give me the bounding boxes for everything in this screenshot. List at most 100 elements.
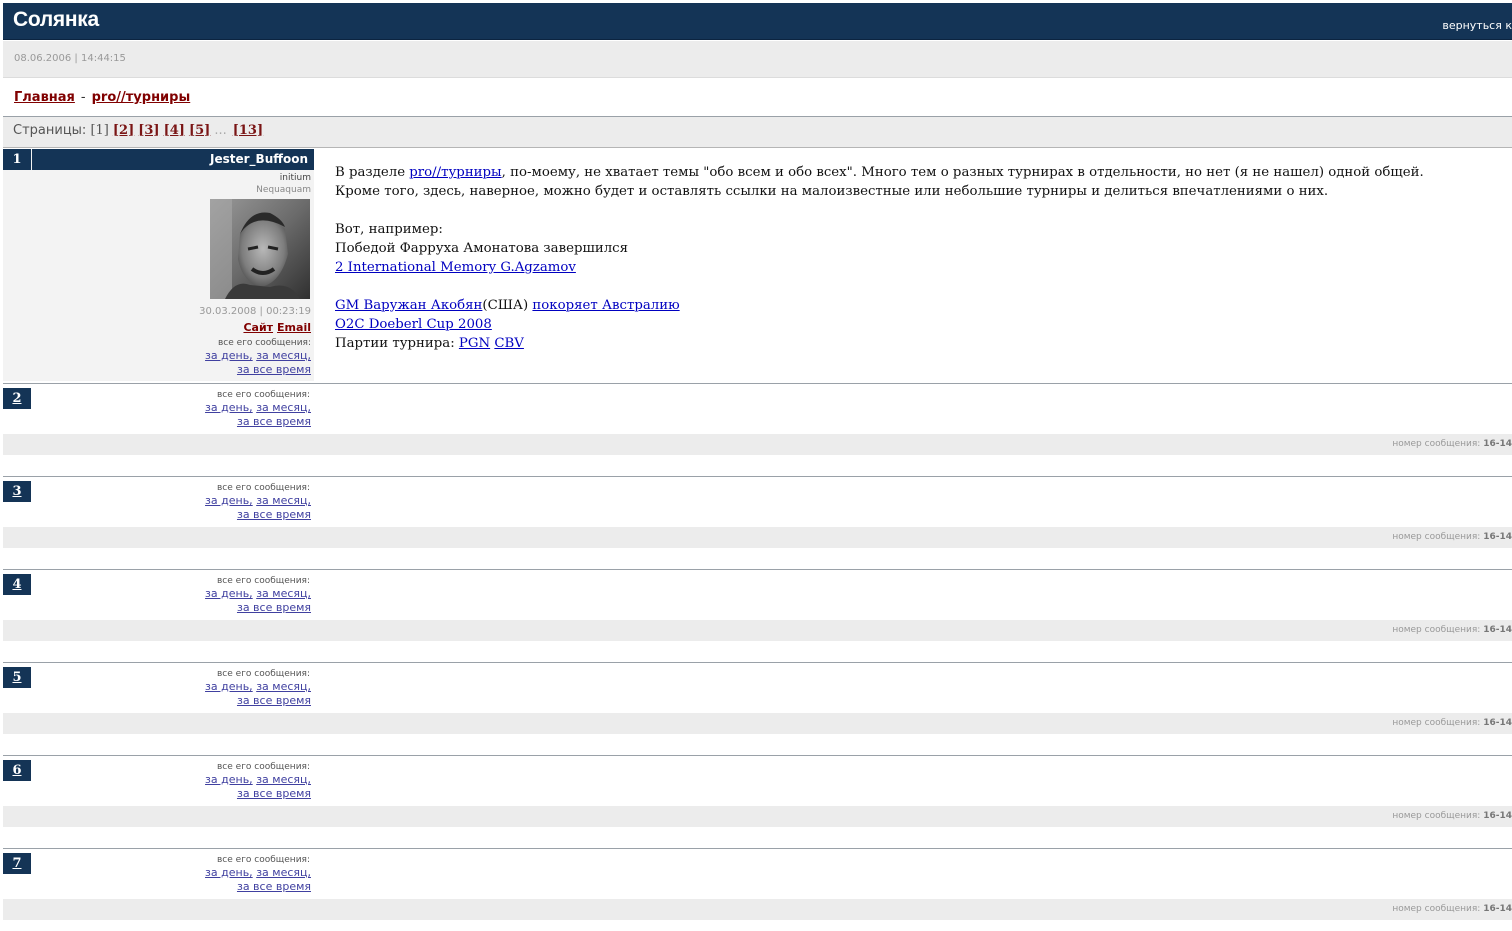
messages-day-link[interactable]: за день, (205, 773, 253, 786)
all-messages-label: все его сообщения: (217, 762, 310, 772)
cbv-link[interactable]: CBV (494, 336, 524, 351)
post-footer: номер сообщения: 16-14 (3, 434, 1512, 455)
messages-day-link[interactable]: за день, (205, 587, 253, 600)
australia-link[interactable]: покоряет Австралию (532, 298, 679, 313)
section-link[interactable]: pro//турниры (409, 165, 501, 180)
post-number: 4 (3, 574, 31, 595)
author-message-links: за день, за месяц, за все время (205, 680, 311, 708)
post-paragraph: Победой Фарруха Амонатова завершился (335, 241, 628, 256)
post-footer: номер сообщения: 16-14 (3, 806, 1512, 827)
messages-month-link[interactable]: за месяц, (256, 349, 311, 362)
post-text: В разделе (335, 165, 410, 180)
avatar-image (210, 199, 310, 299)
pagination-page-5[interactable]: [5] (189, 123, 210, 138)
all-messages-label: все его сообщения: (217, 576, 310, 586)
breadcrumb-separator: - (80, 90, 86, 105)
site-title: Солянка (13, 8, 99, 31)
message-number: номер сообщения: 16-14 (1392, 434, 1512, 455)
post-number: 7 (3, 853, 31, 874)
dateline: 08.06.2006 | 14:44:15 (3, 40, 1512, 78)
messages-day-link[interactable]: за день, (205, 680, 253, 693)
author-name[interactable]: Jester_Buffoon (210, 149, 308, 170)
post-7: 7 все его сообщения: за день, за месяц, … (3, 848, 1512, 931)
pagination-ellipsis: ... (214, 123, 227, 138)
messages-month-link[interactable]: за месяц, (256, 494, 311, 507)
message-number-value: 16-14 (1483, 811, 1512, 821)
messages-alltime-link[interactable]: за все время (237, 363, 311, 376)
breadcrumb-section-link[interactable]: pro//турниры (92, 90, 191, 105)
post-number-link[interactable]: 7 (12, 856, 21, 871)
doeberl-cup-link[interactable]: O2C Doeberl Cup 2008 (335, 317, 492, 332)
author-bar: Jester_Buffoon (32, 149, 314, 170)
messages-alltime-link[interactable]: за все время (237, 601, 311, 614)
post-3: 3 все его сообщения: за день, за месяц, … (3, 476, 1512, 569)
memory-tournament-link[interactable]: 2 International Memory G.Agzamov (335, 260, 576, 275)
post-number: 2 (3, 388, 31, 409)
author-rank: initium (279, 173, 311, 183)
pagination-label: Страницы: (13, 123, 87, 138)
author-message-links: за день, за месяц, за все время (205, 587, 311, 615)
pagination-page-4[interactable]: [4] (164, 123, 185, 138)
messages-alltime-link[interactable]: за все время (237, 787, 311, 800)
post-number-link[interactable]: 4 (12, 577, 21, 592)
message-number: номер сообщения: 16-14 (1392, 527, 1512, 548)
message-number-value: 16-14 (1483, 532, 1512, 542)
message-number-label: номер сообщения: (1392, 532, 1481, 542)
post-text: , по-моему, не хватает темы "обо всем и … (501, 165, 1424, 180)
message-number: номер сообщения: 16-14 (1392, 713, 1512, 734)
messages-day-link[interactable]: за день, (205, 401, 253, 414)
pgn-link[interactable]: PGN (459, 336, 490, 351)
message-number-label: номер сообщения: (1392, 904, 1481, 914)
messages-month-link[interactable]: за месяц, (256, 401, 311, 414)
message-number: номер сообщения: 16-14 (1392, 899, 1512, 920)
all-messages-label: все его сообщения: (217, 483, 310, 493)
author-message-links: за день, за месяц, за все время (205, 773, 311, 801)
gm-akobian-link[interactable]: GM Варужан Акобян (335, 298, 482, 313)
post-date: 30.03.2008 | 00:23:19 (199, 306, 311, 317)
messages-day-link[interactable]: за день, (205, 349, 253, 362)
post-number-link[interactable]: 2 (12, 391, 21, 406)
all-messages-label: все его сообщения: (217, 390, 310, 400)
post-number-link[interactable]: 6 (12, 763, 21, 778)
post-text: (США) (482, 298, 533, 313)
messages-month-link[interactable]: за месяц, (256, 866, 311, 879)
breadcrumb-home-link[interactable]: Главная (14, 90, 75, 105)
author-message-links: за день, за месяц, за все время (205, 494, 311, 522)
message-number-value: 16-14 (1483, 904, 1512, 914)
message-number: номер сообщения: 16-14 (1392, 620, 1512, 641)
messages-alltime-link[interactable]: за все время (237, 880, 311, 893)
post-paragraph: Вот, например: (335, 222, 443, 237)
post-footer: номер сообщения: 16-14 (3, 620, 1512, 641)
pagination-page-3[interactable]: [3] (138, 123, 159, 138)
post-4: 4 все его сообщения: за день, за месяц, … (3, 569, 1512, 662)
message-number-value: 16-14 (1483, 625, 1512, 635)
post-paragraph: Кроме того, здесь, наверное, можно будет… (335, 184, 1329, 199)
author-email-link[interactable]: Email (277, 321, 311, 334)
messages-alltime-link[interactable]: за все время (237, 508, 311, 521)
author-message-links: за день, за месяц, за все время (205, 349, 311, 377)
post-number-link[interactable]: 3 (12, 484, 21, 499)
post-number-text: 1 (12, 152, 22, 167)
messages-day-link[interactable]: за день, (205, 494, 253, 507)
back-link[interactable]: вернуться к (1442, 19, 1512, 32)
messages-month-link[interactable]: за месяц, (256, 773, 311, 786)
author-site-link[interactable]: Сайт (243, 321, 273, 334)
messages-month-link[interactable]: за месяц, (256, 680, 311, 693)
message-number-label: номер сообщения: (1392, 625, 1481, 635)
author-message-links: за день, за месяц, за все время (205, 401, 311, 429)
messages-alltime-link[interactable]: за все время (237, 694, 311, 707)
post-author-panel: 1 Jester_Buffoon initium Nequaquam 30.03… (3, 149, 314, 381)
forum-page: Солянка вернуться к 08.06.2006 | 14:44:1… (3, 3, 1512, 931)
pagination-current: [1] (90, 123, 109, 138)
messages-day-link[interactable]: за день, (205, 866, 253, 879)
author-motto: Nequaquam (256, 185, 311, 195)
pagination-page-2[interactable]: [2] (113, 123, 134, 138)
messages-alltime-link[interactable]: за все время (237, 415, 311, 428)
message-number-value: 16-14 (1483, 439, 1512, 449)
avatar (210, 199, 310, 299)
post-number-link[interactable]: 5 (12, 670, 21, 685)
pagination-page-last[interactable]: [13] (233, 123, 263, 138)
post-body: В разделе pro//турниры, по-моему, не хва… (335, 163, 1505, 353)
all-messages-label: все его сообщения: (217, 669, 310, 679)
messages-month-link[interactable]: за месяц, (256, 587, 311, 600)
